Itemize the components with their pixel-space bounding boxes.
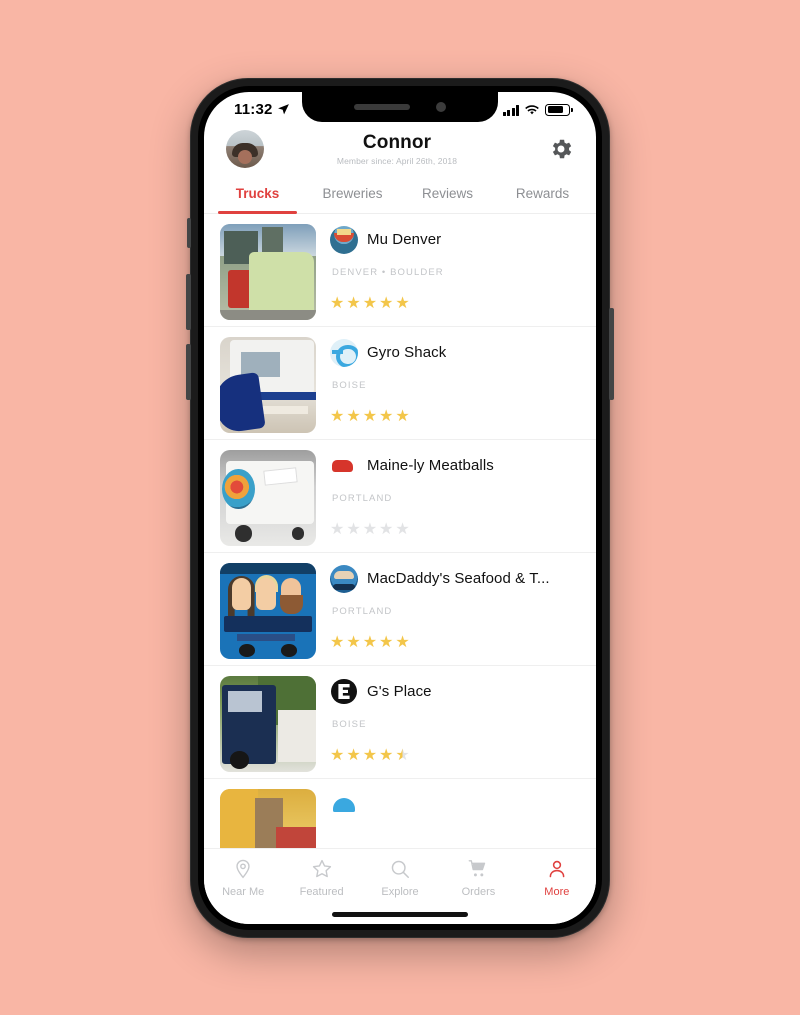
truck-logo-icon — [330, 338, 358, 367]
rating-stars: ★ ★ ★ ★ ★ — [330, 294, 410, 312]
list-item[interactable]: Gyro Shack BOISE ★ ★ ★ ★ ★ — [204, 327, 596, 440]
tab-breweries-label: Breweries — [322, 185, 383, 201]
list-item[interactable]: G's Place BOISE ★ ★ ★ ★ ★ — [204, 666, 596, 779]
truck-name: MacDaddy's Seafood & T... — [367, 570, 550, 587]
mute-switch-button[interactable] — [187, 217, 191, 248]
truck-photo — [220, 788, 316, 848]
list-item[interactable]: Maine-ly Meatballs PORTLAND ★ ★ ★ ★ ★ — [204, 440, 596, 553]
truck-photo — [220, 336, 316, 433]
truck-city: BOISE — [332, 379, 367, 391]
gear-icon — [552, 139, 572, 158]
nav-item-orders[interactable]: Orders — [439, 858, 517, 898]
member-since-label: Member since: April 26th, 2018 — [336, 155, 458, 166]
tab-trucks[interactable]: Trucks — [210, 178, 305, 214]
settings-button[interactable] — [548, 136, 574, 162]
list-item-head: Gyro Shack — [330, 338, 580, 367]
page-title: Connor — [362, 131, 432, 153]
nav-item-near-me[interactable]: Near Me — [204, 858, 282, 898]
truck-photo — [220, 562, 316, 659]
list-item[interactable]: Mu Denver DENVER • BOULDER ★ ★ ★ ★ ★ — [204, 214, 596, 327]
status-bar-indicators — [502, 103, 573, 116]
battery-icon — [545, 103, 573, 116]
status-bar-time: 11:32 — [234, 101, 273, 118]
truck-photo — [220, 449, 316, 546]
nav-item-explore[interactable]: Explore — [361, 858, 439, 898]
truck-logo-icon — [330, 790, 358, 819]
front-camera-icon — [436, 101, 446, 112]
list-item-body: Gyro Shack BOISE ★ ★ ★ ★ ★ — [330, 337, 580, 439]
rating-stars: ★ ★ ★ ★ ★ — [330, 520, 410, 538]
status-bar-time-group: 11:32 — [234, 101, 290, 118]
truck-name: G's Place — [367, 683, 432, 700]
nav-item-orders-label: Orders — [461, 885, 496, 898]
list-item-body: Mu Denver DENVER • BOULDER ★ ★ ★ ★ ★ — [330, 224, 580, 326]
tab-rewards[interactable]: Rewards — [495, 178, 590, 213]
phone-screen: 11:32 Connor Member since: April 26th, 2… — [204, 91, 596, 924]
tab-rewards-label: Rewards — [515, 185, 570, 201]
list-item-body — [330, 789, 580, 848]
truck-city: DENVER • BOULDER — [332, 266, 444, 278]
truck-name: Maine-ly Meatballs — [367, 457, 494, 474]
tab-trucks-label: Trucks — [235, 185, 280, 201]
truck-name: Mu Denver — [367, 231, 442, 248]
nav-item-explore-label: Explore — [381, 885, 419, 898]
list-item-head: Maine-ly Meatballs — [330, 451, 580, 480]
truck-logo-icon — [330, 677, 358, 706]
tab-reviews-label: Reviews — [421, 185, 473, 201]
list-item-body: Maine-ly Meatballs PORTLAND ★ ★ ★ ★ ★ — [330, 450, 580, 552]
nav-item-near-me-label: Near Me — [222, 885, 265, 898]
nav-item-featured-label: Featured — [299, 885, 344, 898]
rating-stars: ★ ★ ★ ★ ★ — [330, 746, 410, 764]
list-item-head: G's Place — [330, 677, 580, 706]
phone-mockup: 11:32 Connor Member since: April 26th, 2… — [186, 77, 614, 938]
list-item[interactable]: MacDaddy's Seafood & T... PORTLAND ★ ★ ★ ★ ★ — [204, 553, 596, 666]
cellular-signal-icon — [502, 104, 519, 116]
truck-city: BOISE — [332, 718, 367, 730]
rating-stars: ★ ★ ★ ★ ★ — [330, 633, 410, 651]
cart-icon — [469, 859, 486, 876]
wifi-icon — [525, 104, 539, 114]
list-item-head: Mu Denver — [330, 225, 580, 254]
profile-header: Connor Member since: April 26th, 2018 — [204, 126, 596, 178]
list-item-head — [330, 790, 580, 819]
truck-logo-icon — [330, 451, 358, 480]
truck-name: Gyro Shack — [367, 344, 447, 361]
truck-photo — [220, 223, 316, 320]
truck-list[interactable]: Mu Denver DENVER • BOULDER ★ ★ ★ ★ ★ Gyro Sh… — [204, 214, 596, 848]
bottom-navigation: Near Me Featured Explore Orders More — [204, 847, 596, 924]
list-item-body: MacDaddy's Seafood & T... PORTLAND ★ ★ ★ ★ ★ — [330, 563, 580, 665]
nav-item-more[interactable]: More — [518, 858, 596, 898]
person-icon — [549, 860, 565, 877]
tab-breweries[interactable]: Breweries — [305, 178, 400, 213]
truck-photo — [220, 675, 316, 772]
rating-stars: ★ ★ ★ ★ ★ — [330, 407, 410, 425]
location-pin-icon — [236, 859, 250, 878]
volume-up-button[interactable] — [186, 273, 191, 330]
avatar[interactable] — [226, 129, 264, 168]
profile-text-group: Connor Member since: April 26th, 2018 — [256, 132, 538, 166]
power-button[interactable] — [609, 307, 614, 400]
profile-tabs: Trucks Breweries Reviews Rewards — [204, 178, 596, 214]
location-arrow-icon — [277, 104, 289, 115]
truck-city: PORTLAND — [332, 492, 393, 504]
nav-item-featured[interactable]: Featured — [282, 858, 360, 898]
star-icon — [312, 859, 331, 877]
truck-city: PORTLAND — [332, 605, 393, 617]
truck-logo-icon — [330, 225, 358, 254]
list-item-head: MacDaddy's Seafood & T... — [330, 564, 580, 593]
nav-item-more-label: More — [544, 885, 570, 898]
earpiece-speaker-icon — [354, 103, 410, 110]
search-icon — [391, 860, 409, 878]
volume-down-button[interactable] — [186, 343, 191, 400]
phone-notch — [302, 91, 498, 122]
list-item-body: G's Place BOISE ★ ★ ★ ★ ★ — [330, 676, 580, 778]
truck-logo-icon — [330, 564, 358, 593]
tab-reviews[interactable]: Reviews — [400, 178, 495, 213]
list-item[interactable] — [204, 779, 596, 848]
home-indicator[interactable] — [332, 911, 468, 917]
